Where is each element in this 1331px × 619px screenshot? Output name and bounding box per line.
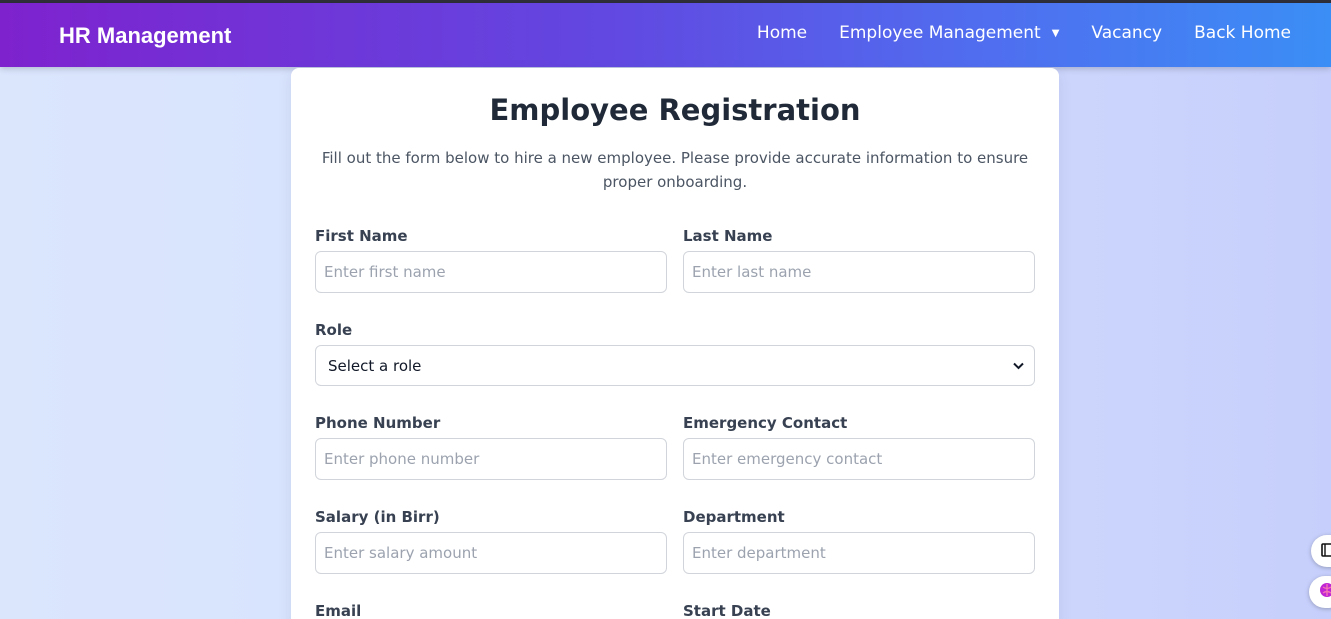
form-description: Fill out the form below to hire a new em…	[321, 149, 1029, 191]
last-name-label: Last Name	[683, 227, 773, 245]
nav-home-label: Home	[756, 23, 808, 43]
nav-employee-management-dropdown[interactable]: Employee Management ▼	[839, 23, 1059, 43]
nav-links: Home Employee Management ▼ Vacancy Back …	[757, 23, 1291, 43]
reader-float-button[interactable]	[1311, 535, 1331, 567]
brain-icon	[1319, 582, 1331, 602]
role-select-value: Select a role	[328, 356, 422, 375]
book-icon	[1321, 542, 1331, 561]
assistant-float-button[interactable]	[1309, 576, 1331, 608]
start-date-label: Start Date	[683, 602, 771, 619]
phone-number-input[interactable]	[315, 438, 667, 480]
first-name-input[interactable]	[315, 251, 667, 293]
navbar: HR Management Home Employee Management ▼…	[0, 3, 1331, 67]
nav-vacancy-link[interactable]: Vacancy	[1091, 23, 1162, 43]
nav-vacancy-label: Vacancy	[1091, 23, 1163, 43]
nav-back-home-label: Back Home	[1194, 23, 1291, 43]
emergency-contact-input[interactable]	[683, 438, 1035, 480]
chevron-down-icon	[1013, 359, 1024, 373]
page-title: Employee Registration	[489, 93, 861, 127]
nav-employee-management-label: Employee Management	[839, 23, 1041, 43]
emergency-contact-label: Emergency Contact	[683, 414, 848, 432]
nav-home-link[interactable]: Home	[757, 23, 807, 43]
brand-logo[interactable]: HR Management	[59, 23, 231, 49]
role-select[interactable]: Select a role	[315, 345, 1035, 386]
salary-label: Salary (in Birr)	[315, 508, 440, 526]
salary-input[interactable]	[315, 532, 667, 574]
email-label: Email	[315, 602, 362, 619]
role-label: Role	[315, 321, 353, 339]
first-name-label: First Name	[315, 227, 408, 245]
nav-back-home-link[interactable]: Back Home	[1194, 23, 1291, 43]
registration-form-card: Employee Registration Fill out the form …	[291, 68, 1059, 619]
caret-down-icon: ▼	[1051, 27, 1060, 39]
phone-number-label: Phone Number	[315, 414, 441, 432]
last-name-input[interactable]	[683, 251, 1035, 293]
department-input[interactable]	[683, 532, 1035, 574]
department-label: Department	[683, 508, 785, 526]
